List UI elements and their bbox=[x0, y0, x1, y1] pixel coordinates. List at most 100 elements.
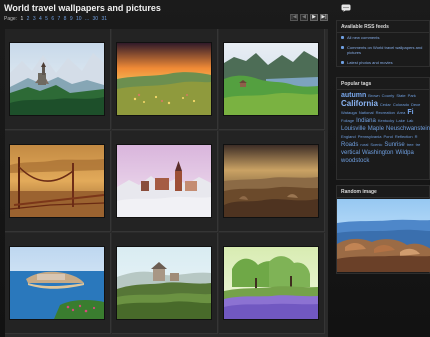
tag-link[interactable]: England bbox=[341, 134, 356, 139]
random-image-thumbnail[interactable] bbox=[337, 199, 430, 272]
tag-link[interactable]: tre bbox=[416, 142, 421, 147]
gallery-cell bbox=[219, 29, 325, 130]
tag-link[interactable]: R bbox=[415, 134, 418, 139]
rss-feed-item-latest-photos[interactable]: Latest photos and movies bbox=[341, 60, 427, 65]
tag-line: Foliage Indiana Kentucky Lake Lak bbox=[341, 117, 427, 125]
panel-divider bbox=[337, 32, 429, 33]
thumbnail-winter-town-church[interactable] bbox=[117, 145, 211, 217]
thumbnail-golden-gate-bridge[interactable] bbox=[10, 145, 104, 217]
page-link-ellipsis: ... bbox=[84, 16, 90, 22]
tag-link[interactable]: rural bbox=[360, 142, 368, 147]
thumbnail-green-valley-lake[interactable] bbox=[224, 43, 318, 115]
next-page-icon[interactable]: ▶ bbox=[310, 14, 318, 21]
tag-link[interactable]: Indiana bbox=[356, 118, 376, 124]
tag-link[interactable]: Brown bbox=[368, 93, 379, 98]
tag-link[interactable]: Scenic bbox=[370, 142, 382, 147]
tag-line: England Pennsylvania Pond Reflection R bbox=[341, 133, 427, 141]
pagination: Page: 1 2 3 4 5 6 7 8 9 10 ... 30 31 bbox=[4, 16, 109, 22]
rss-feeds-panel: Available RSS feeds All new comments Com… bbox=[336, 20, 430, 67]
first-page-icon[interactable]: |◀ bbox=[290, 14, 298, 21]
thumbnail-gallery bbox=[5, 29, 328, 337]
page-link-1[interactable]: 1 bbox=[20, 16, 23, 22]
tag-link[interactable]: tree bbox=[407, 142, 414, 147]
tag-link[interactable]: Park bbox=[408, 93, 416, 98]
rss-feed-label: All new comments bbox=[347, 35, 380, 40]
sunset-meadow-image bbox=[117, 43, 211, 115]
tag-line: Louisville Maple Neuschwanstein bbox=[341, 125, 430, 133]
tag-link[interactable]: vertical bbox=[341, 150, 360, 156]
tag-link[interactable]: Washington bbox=[362, 150, 393, 156]
page-link-30[interactable]: 30 bbox=[93, 16, 99, 22]
rss-bullet-icon bbox=[341, 46, 344, 49]
tag-link[interactable]: Wildpa bbox=[395, 150, 413, 156]
gallery-cell bbox=[112, 29, 218, 130]
page-link-9[interactable]: 9 bbox=[70, 16, 73, 22]
page-link-4[interactable]: 4 bbox=[39, 16, 42, 22]
lavender-field-trees-image bbox=[224, 247, 318, 319]
tag-line: Watauga National Recreation Area Fi bbox=[341, 109, 427, 117]
tag-link[interactable]: Watauga bbox=[341, 110, 357, 115]
tag-link[interactable]: State bbox=[396, 93, 405, 98]
tag-link[interactable]: woodstock bbox=[341, 158, 369, 164]
chat-bubble-icon[interactable] bbox=[341, 4, 351, 12]
gallery-cell bbox=[112, 233, 218, 334]
page-link-3[interactable]: 3 bbox=[33, 16, 36, 22]
rss-feed-item-all-comments[interactable]: All new comments bbox=[341, 35, 427, 40]
tag-link[interactable]: Lak bbox=[407, 118, 413, 123]
popular-tags-panel: Popular tags autumn Brown County State Park C… bbox=[336, 77, 430, 180]
page-link-6[interactable]: 6 bbox=[51, 16, 54, 22]
golden-gate-bridge-image bbox=[10, 145, 104, 217]
page-link-7[interactable]: 7 bbox=[58, 16, 61, 22]
tag-link[interactable]: Louisville bbox=[341, 126, 366, 132]
tag-link[interactable]: Area bbox=[397, 110, 405, 115]
tag-link[interactable]: Reflection bbox=[395, 134, 413, 139]
tag-line: vertical Washington Wildpa bbox=[341, 149, 427, 157]
tag-link[interactable]: Recreation bbox=[376, 110, 395, 115]
tag-link[interactable]: Dece bbox=[411, 102, 420, 107]
previous-page-icon[interactable]: ◀ bbox=[300, 14, 308, 21]
rss-feeds-title: Available RSS feeds bbox=[341, 24, 389, 30]
tag-link[interactable]: Colorado bbox=[393, 102, 409, 107]
tag-line: Roads rural Scenic Sunrise tree tre bbox=[341, 141, 427, 149]
tag-link[interactable]: Pond bbox=[383, 134, 392, 139]
gallery-cell bbox=[5, 29, 111, 130]
tag-link[interactable]: Fi bbox=[407, 109, 413, 116]
tag-link[interactable]: Maple bbox=[368, 126, 384, 132]
tag-link[interactable]: Kentucky bbox=[378, 118, 394, 123]
rss-feed-list: All new comments Comments on World trave… bbox=[341, 35, 427, 70]
page-title: World travel wallpapers and pictures bbox=[4, 3, 161, 13]
thumbnail-hilltop-castle-vineyard[interactable] bbox=[117, 247, 211, 319]
tag-link[interactable]: Lake bbox=[396, 118, 405, 123]
gallery-page: World travel wallpapers and pictures Pag… bbox=[0, 0, 430, 337]
thumbnail-rocky-desert-dusk[interactable] bbox=[224, 145, 318, 217]
tag-link[interactable]: Foliage bbox=[341, 118, 354, 123]
tag-link[interactable]: California bbox=[341, 99, 378, 108]
gallery-cell bbox=[5, 131, 111, 232]
thumbnail-island-coast[interactable] bbox=[10, 247, 104, 319]
tag-link[interactable]: National bbox=[359, 110, 374, 115]
rocky-desert-dusk-image bbox=[224, 145, 318, 217]
rss-feed-item-comments-on-gallery[interactable]: Comments on World travel wallpapers and … bbox=[341, 45, 427, 55]
tag-link[interactable]: Neuschwanstein bbox=[386, 126, 430, 132]
page-link-2[interactable]: 2 bbox=[27, 16, 30, 22]
tag-link[interactable]: Roads bbox=[341, 142, 358, 148]
thumbnail-sunset-meadow[interactable] bbox=[117, 43, 211, 115]
tag-link[interactable]: Pennsylvania bbox=[358, 134, 382, 139]
tag-link[interactable]: autumn bbox=[341, 92, 366, 99]
page-link-10[interactable]: 10 bbox=[76, 16, 82, 22]
panel-divider bbox=[337, 197, 429, 198]
gallery-cell bbox=[219, 131, 325, 232]
page-link-8[interactable]: 8 bbox=[64, 16, 67, 22]
gallery-cell bbox=[219, 233, 325, 334]
thumbnail-castle-lake-mountains[interactable] bbox=[10, 43, 104, 115]
last-page-icon[interactable]: ▶| bbox=[320, 14, 328, 21]
page-link-5[interactable]: 5 bbox=[45, 16, 48, 22]
rss-bullet-icon bbox=[341, 36, 344, 39]
page-link-31[interactable]: 31 bbox=[101, 16, 107, 22]
thumbnail-lavender-field-trees[interactable] bbox=[224, 247, 318, 319]
pagination-label: Page: bbox=[4, 16, 18, 22]
tag-link[interactable]: County bbox=[382, 93, 395, 98]
random-image-title: Random image bbox=[341, 189, 377, 195]
tag-link[interactable]: Cedar bbox=[380, 102, 391, 107]
tag-link[interactable]: Sunrise bbox=[384, 142, 404, 148]
